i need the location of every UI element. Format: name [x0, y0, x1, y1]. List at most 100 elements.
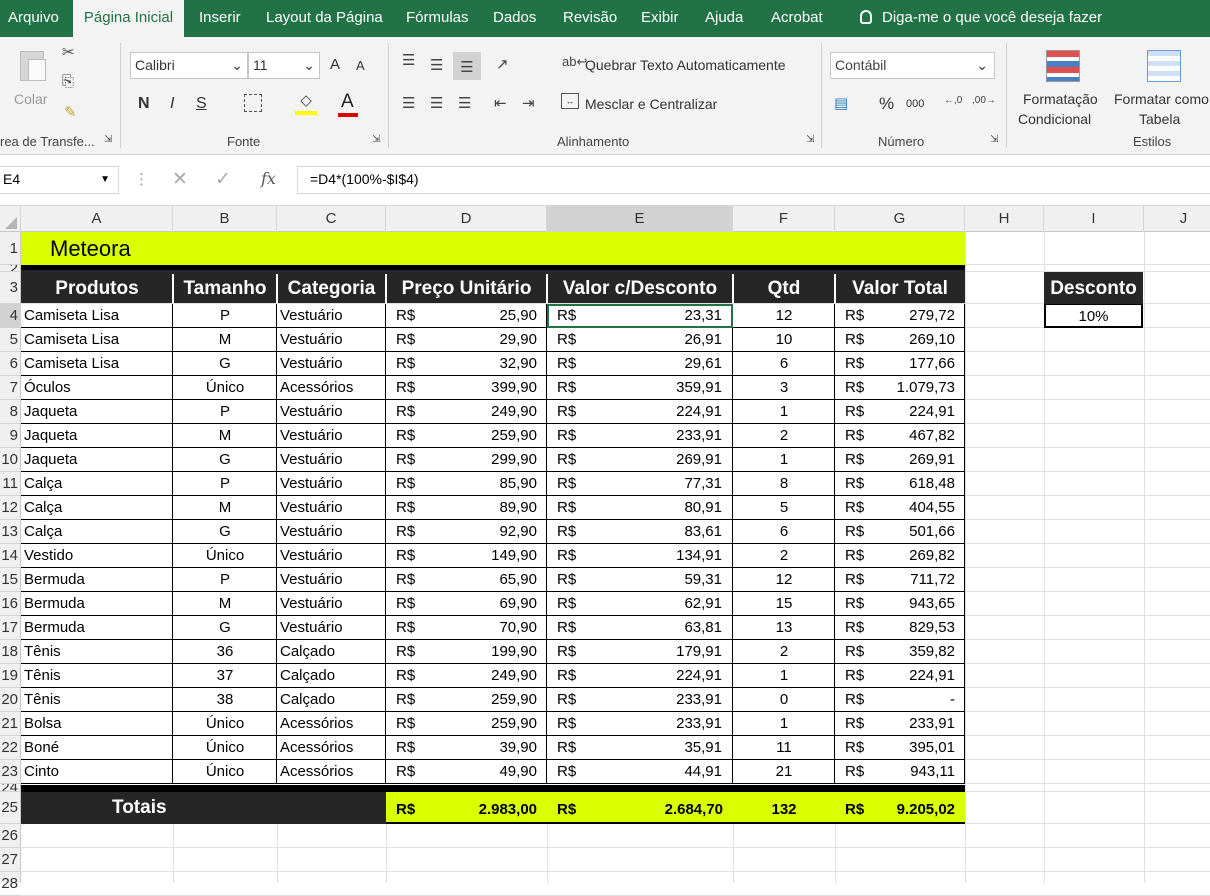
tab-acrobat[interactable]: Acrobat — [763, 0, 831, 37]
cell-categoria[interactable]: Vestuário — [280, 496, 384, 519]
cell-valor[interactable]: 177,66 — [870, 352, 955, 375]
tab-dados[interactable]: Dados — [485, 0, 544, 37]
tab-pagina-inicial[interactable]: Página Inicial — [73, 0, 184, 37]
cell-tamanho[interactable]: 37 — [173, 664, 277, 687]
cell-categoria[interactable]: Vestuário — [280, 352, 384, 375]
cell-desconto[interactable]: 23,31 — [600, 304, 722, 327]
cell-categoria[interactable]: Calçado — [280, 640, 384, 663]
cell-valor[interactable]: 279,72 — [870, 304, 955, 327]
cell-qtd[interactable]: 5 — [733, 496, 835, 519]
cell-valor-currency[interactable]: R$ — [845, 472, 864, 495]
cell-produto[interactable]: Cinto — [24, 760, 170, 783]
italic-button[interactable]: I — [170, 95, 174, 113]
cell-categoria[interactable]: Acessórios — [280, 712, 384, 735]
cell-valor-currency[interactable]: R$ — [845, 592, 864, 615]
cell-tamanho[interactable]: Único — [173, 736, 277, 759]
cell-preco-currency[interactable]: R$ — [396, 376, 415, 399]
cell-tamanho[interactable]: P — [173, 400, 277, 423]
cell-desconto-currency[interactable]: R$ — [557, 616, 576, 639]
row-header[interactable]: 23 — [0, 760, 21, 784]
row-header[interactable]: 21 — [0, 712, 21, 736]
cell-valor-currency[interactable]: R$ — [845, 640, 864, 663]
paste-icon[interactable] — [16, 47, 50, 85]
cell-qtd[interactable]: 10 — [733, 328, 835, 351]
cell-desconto[interactable]: 359,91 — [600, 376, 722, 399]
cell-desconto-currency[interactable]: R$ — [557, 664, 576, 687]
cell-valor-currency[interactable]: R$ — [845, 664, 864, 687]
column-header-i[interactable]: I — [1044, 206, 1144, 232]
cell-categoria[interactable]: Vestuário — [280, 328, 384, 351]
align-middle-icon[interactable]: ☰ — [430, 56, 443, 74]
cell-qtd[interactable]: 15 — [733, 592, 835, 615]
cell-desconto-currency[interactable]: R$ — [557, 544, 576, 567]
cell-preco-currency[interactable]: R$ — [396, 688, 415, 711]
cell-qtd[interactable]: 1 — [733, 400, 835, 423]
tell-me-box[interactable]: Diga-me o que você deseja fazer — [852, 0, 1110, 37]
cell-produto[interactable]: Bolsa — [24, 712, 170, 735]
copy-icon[interactable]: ⎘ — [62, 73, 74, 90]
cell-valor[interactable]: 269,82 — [870, 544, 955, 567]
number-launcher-icon[interactable]: ⇲ — [990, 134, 998, 145]
cell-valor-currency[interactable]: R$ — [845, 448, 864, 471]
cell-preco[interactable]: 29,90 — [430, 328, 537, 351]
column-header-h[interactable]: H — [965, 206, 1044, 232]
cell-tamanho[interactable]: Único — [173, 376, 277, 399]
cell-tamanho[interactable]: 36 — [173, 640, 277, 663]
font-color-button[interactable]: A — [341, 91, 354, 113]
row-header[interactable]: 13 — [0, 520, 21, 544]
cell-preco-currency[interactable]: R$ — [396, 304, 415, 327]
alignment-launcher-icon[interactable]: ⇲ — [806, 134, 814, 145]
column-header-j[interactable]: J — [1144, 206, 1210, 232]
font-launcher-icon[interactable]: ⇲ — [372, 134, 380, 145]
cell-produto[interactable]: Óculos — [24, 376, 170, 399]
conditional-formatting-line1[interactable]: Formatação — [1023, 91, 1098, 107]
discount-header[interactable]: Desconto — [1044, 272, 1143, 305]
cell-valor-currency[interactable]: R$ — [845, 496, 864, 519]
cell-categoria[interactable]: Acessórios — [280, 760, 384, 783]
column-header-c[interactable]: C — [277, 206, 386, 232]
cell-qtd[interactable]: 13 — [733, 616, 835, 639]
cell-desconto-currency[interactable]: R$ — [557, 328, 576, 351]
cell-qtd[interactable]: 2 — [733, 544, 835, 567]
cell-valor[interactable]: 1.079,73 — [870, 376, 955, 399]
row-header[interactable]: 3 — [0, 272, 21, 304]
decrease-indent-icon[interactable]: ⇤ — [494, 94, 507, 112]
cell-desconto-currency[interactable]: R$ — [557, 376, 576, 399]
cut-icon[interactable]: ✂ — [62, 43, 75, 61]
align-bottom-icon[interactable]: ☰ — [453, 52, 481, 80]
cell-qtd[interactable]: 2 — [733, 424, 835, 447]
cell-desconto-currency[interactable]: R$ — [557, 424, 576, 447]
cell-desconto-currency[interactable]: R$ — [557, 688, 576, 711]
cell-tamanho[interactable]: 38 — [173, 688, 277, 711]
cell-valor-currency[interactable]: R$ — [845, 328, 864, 351]
cell-categoria[interactable]: Acessórios — [280, 736, 384, 759]
cell-valor-currency[interactable]: R$ — [845, 376, 864, 399]
row-header[interactable]: 28 — [0, 872, 21, 896]
cell-desconto[interactable]: 62,91 — [600, 592, 722, 615]
column-header-g[interactable]: G — [835, 206, 965, 232]
enter-icon[interactable]: ✓ — [215, 168, 231, 191]
cell-desconto[interactable]: 233,91 — [600, 688, 722, 711]
cell-produto[interactable]: Tênis — [24, 664, 170, 687]
accounting-format-icon[interactable]: ▤ — [834, 94, 848, 112]
cell-qtd[interactable]: 0 — [733, 688, 835, 711]
cell-tamanho[interactable]: P — [173, 304, 277, 327]
cell-preco[interactable]: 199,90 — [430, 640, 537, 663]
align-right-icon[interactable]: ☰ — [458, 94, 471, 112]
header-valor-total[interactable]: Valor Total — [835, 272, 965, 303]
cell-preco-currency[interactable]: R$ — [396, 544, 415, 567]
cell-preco-currency[interactable]: R$ — [396, 592, 415, 615]
row-header[interactable]: 17 — [0, 616, 21, 640]
cell-produto[interactable]: Calça — [24, 472, 170, 495]
cell-tamanho[interactable]: Único — [173, 544, 277, 567]
cell-desconto-currency[interactable]: R$ — [557, 568, 576, 591]
column-header-d[interactable]: D — [386, 206, 547, 232]
cell-valor[interactable]: 269,91 — [870, 448, 955, 471]
cell-preco[interactable]: 65,90 — [430, 568, 537, 591]
cell-desconto-currency[interactable]: R$ — [557, 400, 576, 423]
cell-valor-currency[interactable]: R$ — [845, 424, 864, 447]
cell-valor-currency[interactable]: R$ — [845, 568, 864, 591]
row-header[interactable]: 11 — [0, 472, 21, 496]
cell-produto[interactable]: Bermuda — [24, 568, 170, 591]
tab-arquivo[interactable]: Arquivo — [0, 0, 67, 37]
